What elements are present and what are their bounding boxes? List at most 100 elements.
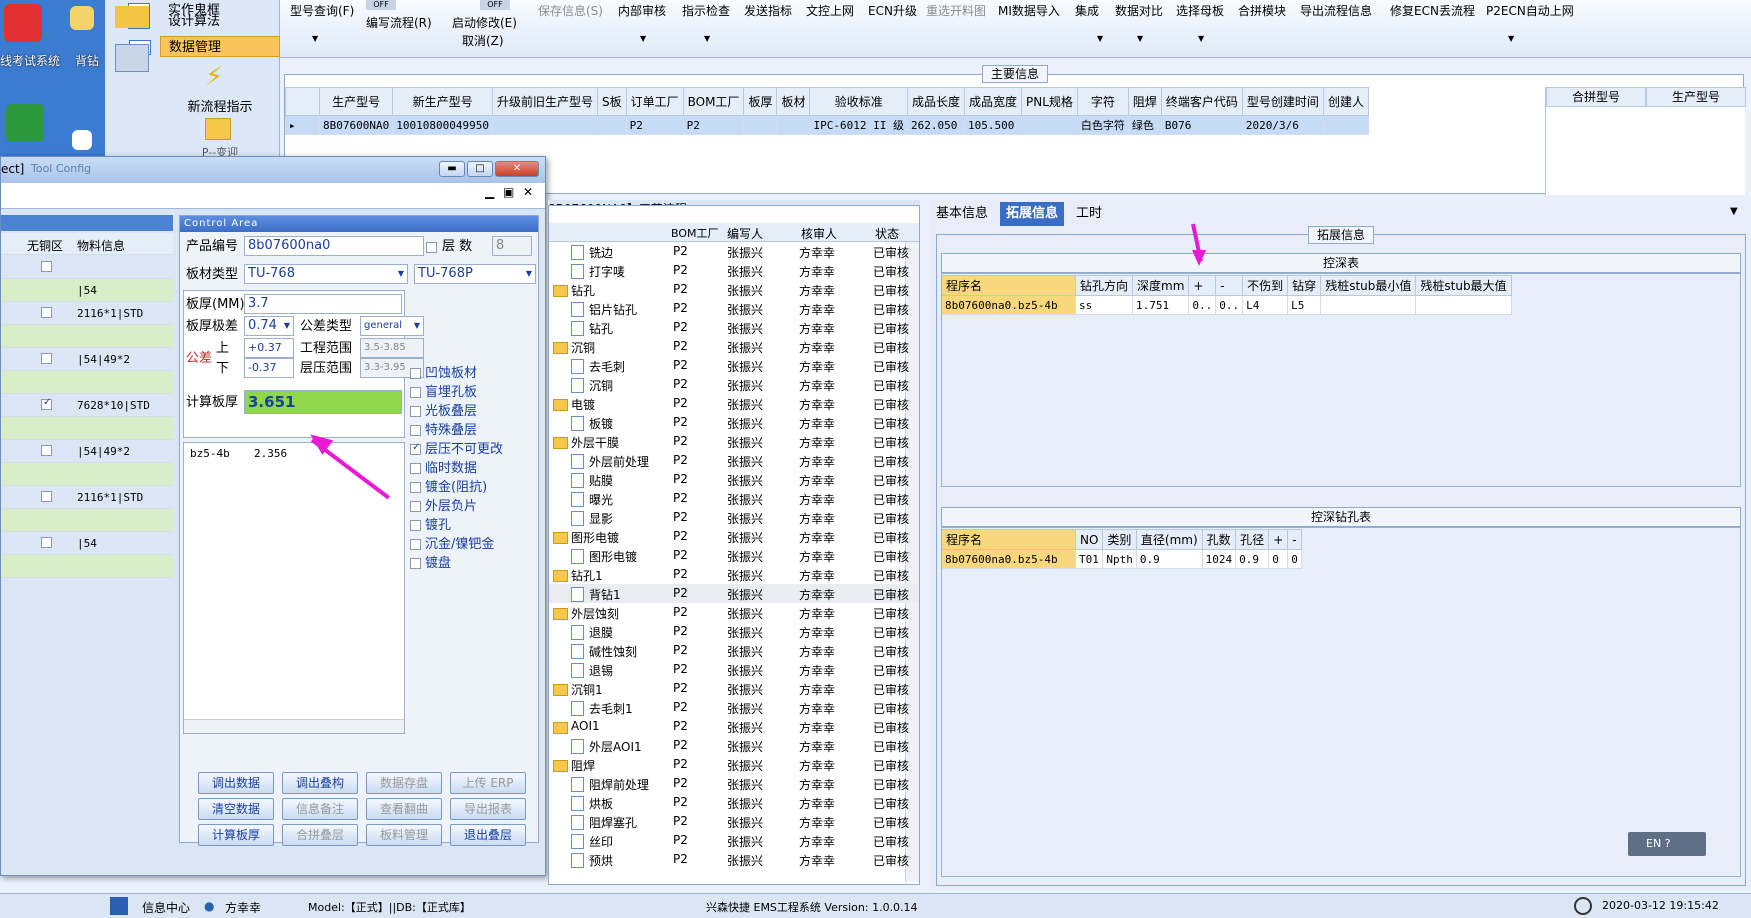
column-header[interactable]: S板: [596, 87, 627, 116]
flow-step-row[interactable]: 钻孔 P2 张振兴 方幸幸 已审核: [549, 280, 919, 299]
option-checkbox[interactable]: 临时数据: [410, 457, 477, 476]
material2-select[interactable]: TU-768P ▼: [414, 264, 536, 284]
toolbar-button[interactable]: 启动修改(E): [452, 14, 517, 31]
chevron-down-icon[interactable]: ▼: [640, 34, 646, 43]
chevron-down-icon[interactable]: ▼: [1508, 34, 1514, 43]
column-header[interactable]: 验收标准: [809, 87, 908, 116]
layer-row[interactable]: |54: [1, 279, 173, 302]
chevron-down-icon[interactable]: ▼: [312, 34, 318, 43]
flow-step-row[interactable]: 外层AOI1 P2 张振兴 方幸幸 已审核: [549, 736, 919, 755]
toolbar-button[interactable]: 合拼模块: [1238, 2, 1286, 19]
flow-step-row[interactable]: 烘板 P2 张振兴 方幸幸 已审核: [549, 793, 919, 812]
layer-row[interactable]: [1, 555, 173, 578]
layers-input[interactable]: 8: [492, 236, 532, 256]
inner-close-button[interactable]: ✕: [523, 185, 533, 199]
new-flow-label[interactable]: 新流程指示: [160, 96, 280, 115]
toolbar-button[interactable]: 编写流程(R): [366, 14, 432, 31]
action-button[interactable]: 上传 ERP: [450, 772, 526, 794]
option-checkbox[interactable]: 镀孔: [410, 514, 451, 533]
product-input[interactable]: 8b07600na0: [244, 236, 424, 256]
flow-step-row[interactable]: 退膜 P2 张振兴 方幸幸 已审核: [549, 622, 919, 641]
layer-row[interactable]: 2116*1|STD: [1, 486, 173, 509]
option-checkbox[interactable]: 镀盘: [410, 552, 451, 571]
toolbar-button[interactable]: 选择母板: [1176, 2, 1224, 19]
column-header[interactable]: 成品宽度: [963, 87, 1022, 116]
flow-step-row[interactable]: 阻焊塞孔 P2 张振兴 方幸幸 已审核: [549, 812, 919, 831]
help-icon[interactable]: ?: [1665, 837, 1671, 850]
column-header[interactable]: +: [1188, 275, 1217, 296]
layer-row[interactable]: |54: [1, 532, 173, 555]
column-header[interactable]: 直径(mm): [1135, 529, 1203, 550]
column-header[interactable]: NO: [1074, 529, 1104, 550]
window-titlebar[interactable]: ect] Tool Config ▬ □ ✕: [1, 157, 545, 183]
shortcut-icon[interactable]: [72, 130, 92, 150]
close-button[interactable]: ✕: [495, 161, 539, 177]
layers-checkbox[interactable]: [426, 240, 441, 254]
toolbar-button[interactable]: 修复ECN丢流程: [1390, 2, 1475, 19]
flow-step-row[interactable]: 打字唛 P2 张振兴 方幸幸 已审核: [549, 261, 919, 280]
tolerance-type-select[interactable]: general ▼: [360, 316, 424, 336]
flow-step-row[interactable]: 外层干膜 P2 张振兴 方幸幸 已审核: [549, 432, 919, 451]
upper-tolerance-input[interactable]: +0.37: [244, 338, 294, 358]
column-header[interactable]: PNL规格: [1020, 87, 1078, 116]
flow-step-row[interactable]: 背钻1 P2 张振兴 方幸幸 已审核: [549, 584, 919, 603]
nocopper-checkbox[interactable]: [41, 397, 52, 410]
toolbar-button[interactable]: P2ECN自动上网: [1486, 2, 1574, 19]
chevron-down-icon[interactable]: ▼: [1137, 34, 1143, 43]
action-button[interactable]: 查看翻曲: [366, 798, 442, 820]
column-header[interactable]: 字符: [1076, 87, 1129, 116]
action-button[interactable]: 导出报表: [450, 798, 526, 820]
chevron-down-icon[interactable]: ▼: [1730, 206, 1738, 217]
flow-step-row[interactable]: 电镀 P2 张振兴 方幸幸 已审核: [549, 394, 919, 413]
action-button[interactable]: 数据存盘: [366, 772, 442, 794]
flow-step-row[interactable]: 图形电镀 P2 张振兴 方幸幸 已审核: [549, 546, 919, 565]
layer-row[interactable]: [1, 325, 173, 348]
chevron-down-icon[interactable]: ▼: [704, 34, 710, 43]
flow-step-row[interactable]: 沉铜 P2 张振兴 方幸幸 已审核: [549, 337, 919, 356]
flow-step-row[interactable]: 板镀 P2 张振兴 方幸幸 已审核: [549, 413, 919, 432]
flow-step-row[interactable]: 钻孔1 P2 张振兴 方幸幸 已审核: [549, 565, 919, 584]
flow-step-row[interactable]: 阻焊 P2 张振兴 方幸幸 已审核: [549, 755, 919, 774]
layer-row[interactable]: [1, 417, 173, 440]
maximize-button[interactable]: □: [467, 161, 493, 177]
thickness-range-select[interactable]: 0.74 ▼: [244, 316, 294, 336]
action-button[interactable]: 信息备注: [282, 798, 358, 820]
column-header[interactable]: 类别: [1102, 529, 1137, 550]
option-checkbox[interactable]: 盲埋孔板: [410, 381, 477, 400]
chevron-down-icon[interactable]: ▼: [1097, 34, 1103, 43]
table-row[interactable]: 8b07600na0.bz5-4b T01 Npth 0.9 1024 0.9 0 0: [941, 549, 1302, 569]
column-header[interactable]: 创建人: [1322, 87, 1369, 116]
list-item-name[interactable]: bz5-4b: [190, 447, 230, 460]
tab-work-hours[interactable]: 工时: [1070, 202, 1108, 226]
flow-step-row[interactable]: 退锡 P2 张振兴 方幸幸 已审核: [549, 660, 919, 679]
backdrill-app-icon[interactable]: [70, 6, 94, 30]
layer-row[interactable]: [1, 371, 173, 394]
toolbar-button[interactable]: 集成: [1075, 2, 1099, 19]
toolbar-button[interactable]: ECN升级: [868, 2, 917, 19]
column-header[interactable]: 孔径: [1235, 529, 1270, 550]
column-header[interactable]: 程序名: [941, 275, 1076, 296]
toolbar-button[interactable]: MI数据导入: [998, 2, 1060, 19]
horizontal-scrollbar[interactable]: [184, 719, 404, 733]
flow-step-row[interactable]: 预烘 P2 张振兴 方幸幸 已审核: [549, 850, 919, 869]
action-button[interactable]: 合拼叠层: [282, 824, 358, 846]
nav-item-algorithm[interactable]: 设计算法: [128, 11, 280, 32]
nocopper-checkbox[interactable]: [41, 307, 52, 318]
flow-step-row[interactable]: 沉铜1 P2 张振兴 方幸幸 已审核: [549, 679, 919, 698]
option-checkbox[interactable]: 镀金(阻抗): [410, 476, 487, 495]
column-header[interactable]: 型号创建时间: [1241, 87, 1324, 116]
thickness-input[interactable]: 3.7: [244, 294, 402, 314]
toolbar-button[interactable]: 型号查询(F): [290, 2, 354, 19]
flow-step-row[interactable]: 去毛刺 P2 张振兴 方幸幸 已审核: [549, 356, 919, 375]
flow-step-row[interactable]: 外层蚀刻 P2 张振兴 方幸幸 已审核: [549, 603, 919, 622]
column-header[interactable]: 终端客户代码: [1160, 87, 1243, 116]
lower-tolerance-input[interactable]: -0.37: [244, 358, 294, 378]
column-header[interactable]: 板材: [776, 87, 811, 116]
toolbar-button[interactable]: 文控上网: [806, 2, 854, 19]
column-header[interactable]: 新生产型号: [392, 87, 493, 116]
nocopper-checkbox[interactable]: [41, 537, 52, 548]
toolbar-button[interactable]: 发送指标: [744, 2, 792, 19]
flow-step-row[interactable]: 外层前处理 P2 张振兴 方幸幸 已审核: [549, 451, 919, 470]
column-header[interactable]: 阻焊: [1127, 87, 1162, 116]
toolbar-button[interactable]: 指示检查: [682, 2, 730, 19]
